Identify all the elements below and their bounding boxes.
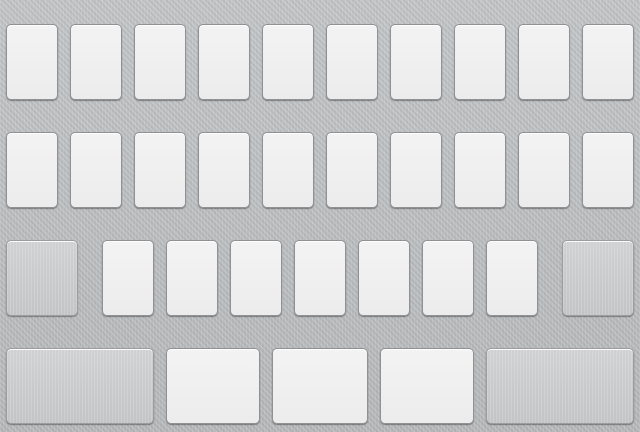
key-row3-7[interactable]: [486, 240, 538, 316]
key-row1-6[interactable]: [326, 24, 378, 100]
key-row3-4[interactable]: [294, 240, 346, 316]
key-row4-1[interactable]: [166, 348, 260, 424]
keyboard: [0, 0, 640, 432]
space-key[interactable]: [272, 348, 368, 424]
key-row1-3[interactable]: [134, 24, 186, 100]
key-row1-2[interactable]: [70, 24, 122, 100]
key-row2-10[interactable]: [582, 132, 634, 208]
key-row2-2[interactable]: [70, 132, 122, 208]
key-row1-8[interactable]: [454, 24, 506, 100]
key-row2-1[interactable]: [6, 132, 58, 208]
key-row1-5[interactable]: [262, 24, 314, 100]
backspace-key[interactable]: [562, 240, 634, 316]
key-row4-3[interactable]: [380, 348, 474, 424]
key-row3-5[interactable]: [358, 240, 410, 316]
key-row1-10[interactable]: [582, 24, 634, 100]
key-row2-3[interactable]: [134, 132, 186, 208]
key-row2-6[interactable]: [326, 132, 378, 208]
key-row1-1[interactable]: [6, 24, 58, 100]
key-row2-8[interactable]: [454, 132, 506, 208]
mode-switch-key[interactable]: [6, 348, 154, 424]
shift-key-left[interactable]: [6, 240, 78, 316]
key-row1-4[interactable]: [198, 24, 250, 100]
key-row3-1[interactable]: [102, 240, 154, 316]
key-row1-9[interactable]: [518, 24, 570, 100]
key-row2-5[interactable]: [262, 132, 314, 208]
key-row3-3[interactable]: [230, 240, 282, 316]
key-row2-7[interactable]: [390, 132, 442, 208]
key-row2-4[interactable]: [198, 132, 250, 208]
key-row2-9[interactable]: [518, 132, 570, 208]
key-row3-2[interactable]: [166, 240, 218, 316]
key-row1-7[interactable]: [390, 24, 442, 100]
key-row3-6[interactable]: [422, 240, 474, 316]
return-key[interactable]: [486, 348, 634, 424]
